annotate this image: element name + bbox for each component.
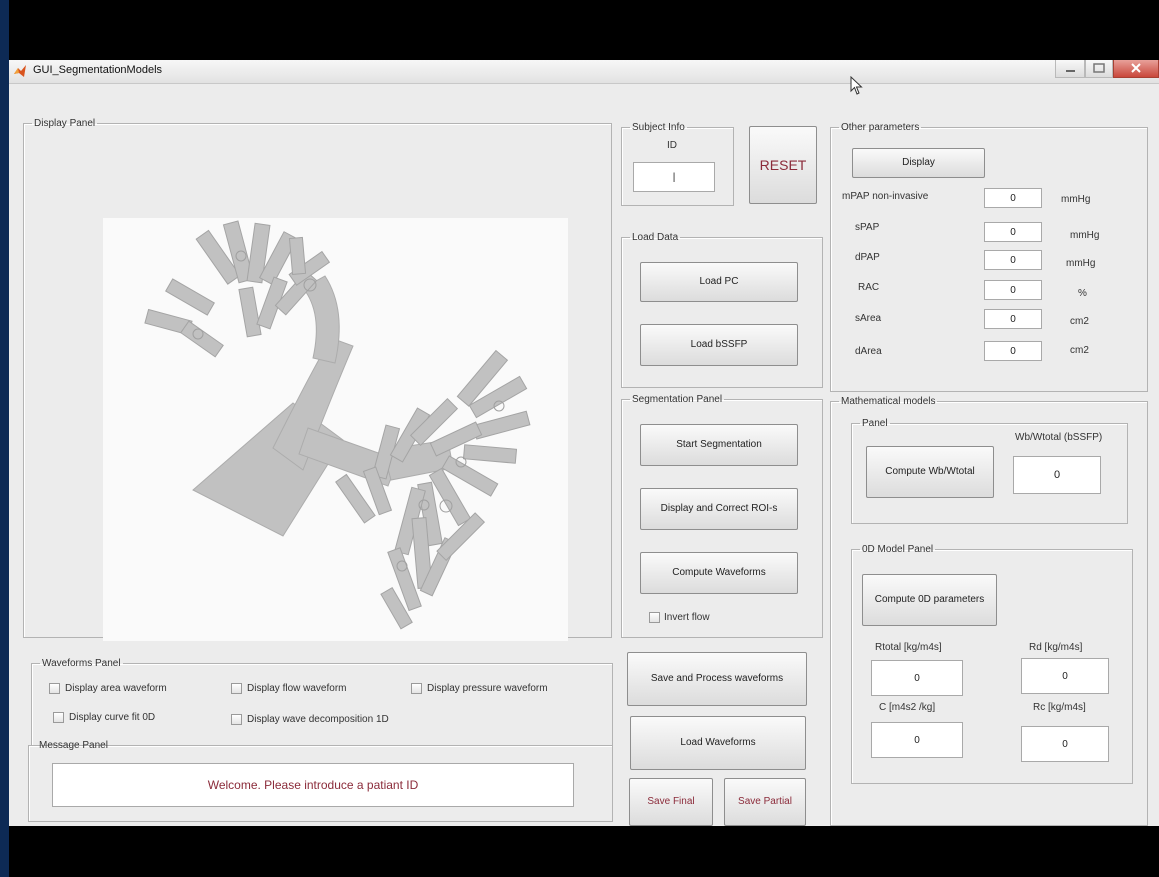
maximize-button[interactable] (1085, 60, 1113, 78)
wb-panel-title: Panel (862, 418, 888, 429)
close-icon (1131, 63, 1141, 73)
darea-unit: cm2 (1070, 345, 1089, 356)
flow-waveform-checkbox[interactable] (231, 683, 242, 694)
spap-field[interactable] (984, 222, 1042, 242)
wb-ratio-field[interactable] (1013, 456, 1101, 494)
darea-field[interactable] (984, 341, 1042, 361)
app-window: GUI_SegmentationModels Display Panel Sub… (9, 60, 1159, 826)
dpap-unit: mmHg (1066, 258, 1096, 269)
save-process-waveforms-button[interactable]: Save and Process waveforms (627, 652, 807, 706)
wb-ratio-label: Wb/Wtotal (bSSFP) (1015, 432, 1103, 443)
close-button[interactable] (1113, 60, 1159, 78)
compute-0d-button[interactable]: Compute 0D parameters (862, 574, 997, 626)
other-parameters-title: Other parameters (841, 122, 920, 133)
bottom-black-bar (9, 826, 1159, 877)
sarea-label: sArea (855, 313, 882, 324)
curve-fit-checkbox[interactable] (53, 712, 64, 723)
waveforms-panel-title: Waveforms Panel (42, 658, 121, 669)
title-bar: GUI_SegmentationModels (9, 60, 1159, 84)
window-controls (1055, 60, 1159, 80)
sarea-field[interactable] (984, 309, 1042, 329)
mpap-label: mPAP non-invasive (842, 191, 929, 202)
minimize-button[interactable] (1055, 60, 1085, 78)
waveforms-panel: Waveforms Panel (31, 658, 613, 746)
rac-label: RAC (858, 282, 880, 293)
model-0d-title: 0D Model Panel (862, 544, 934, 555)
subject-info-title: Subject Info (632, 122, 685, 133)
spap-label: sPAP (855, 222, 880, 233)
display-panel-title: Display Panel (34, 118, 96, 129)
area-waveform-checkbox[interactable] (49, 683, 60, 694)
invert-flow-checkbox[interactable] (649, 612, 660, 623)
spap-unit: mmHg (1070, 230, 1100, 241)
rac-unit: % (1078, 288, 1087, 299)
message-panel-title: Message Panel (39, 740, 108, 751)
pressure-waveform-checkbox[interactable] (411, 683, 422, 694)
sarea-unit: cm2 (1070, 316, 1089, 327)
top-black-bar (9, 0, 1159, 60)
pressure-waveform-label: Display pressure waveform (427, 683, 548, 694)
rac-field[interactable] (984, 280, 1042, 300)
patient-id-input[interactable] (633, 162, 715, 192)
dpap-label: dPAP (855, 252, 880, 263)
reset-button[interactable]: RESET (749, 126, 817, 204)
mpap-field[interactable] (984, 188, 1042, 208)
wave-decomposition-checkbox[interactable] (231, 714, 242, 725)
minimize-icon (1066, 70, 1075, 72)
display-panel: Display Panel (23, 118, 612, 641)
darea-label: dArea (855, 346, 882, 357)
wave-decomposition-label: Display wave decomposition 1D (247, 714, 389, 725)
invert-flow-label: Invert flow (664, 612, 710, 623)
c-label: C [m4s2 /kg] (879, 702, 936, 713)
rc-label: Rc [kg/m4s] (1033, 702, 1086, 713)
message-display: Welcome. Please introduce a patiant ID (52, 763, 574, 807)
start-segmentation-button[interactable]: Start Segmentation (640, 424, 798, 466)
window-title: GUI_SegmentationModels (33, 64, 163, 76)
load-data-title: Load Data (632, 232, 679, 243)
display-correct-rois-button[interactable]: Display and Correct ROI-s (640, 488, 798, 530)
load-waveforms-button[interactable]: Load Waveforms (630, 716, 806, 770)
mouse-pointer-icon (850, 76, 863, 95)
matlab-icon (14, 65, 26, 77)
mathematical-models-title: Mathematical models (841, 396, 936, 407)
mpap-unit: mmHg (1061, 194, 1091, 205)
maximize-icon (1093, 63, 1105, 73)
rd-field[interactable] (1021, 658, 1109, 694)
id-label: ID (667, 140, 677, 151)
load-bssfp-button[interactable]: Load bSSFP (640, 324, 798, 366)
load-pc-button[interactable]: Load PC (640, 262, 798, 302)
rtotal-label: Rtotal [kg/m4s] (875, 642, 942, 653)
rd-label: Rd [kg/m4s] (1029, 642, 1083, 653)
save-partial-button[interactable]: Save Partial (724, 778, 806, 826)
display-parameters-button[interactable]: Display (852, 148, 985, 178)
segmentation-display[interactable] (103, 218, 568, 641)
segmentation-panel-title: Segmentation Panel (632, 394, 723, 405)
dpap-field[interactable] (984, 250, 1042, 270)
compute-wb-button[interactable]: Compute Wb/Wtotal (866, 446, 994, 498)
area-waveform-label: Display area waveform (65, 683, 167, 694)
save-final-button[interactable]: Save Final (629, 778, 713, 826)
curve-fit-label: Display curve fit 0D (69, 712, 156, 723)
c-field[interactable] (871, 722, 963, 758)
rtotal-field[interactable] (871, 660, 963, 696)
flow-waveform-label: Display flow waveform (247, 683, 347, 694)
rc-field[interactable] (1021, 726, 1109, 762)
compute-waveforms-button[interactable]: Compute Waveforms (640, 552, 798, 594)
segmented-vessel-tree-image (144, 220, 531, 630)
